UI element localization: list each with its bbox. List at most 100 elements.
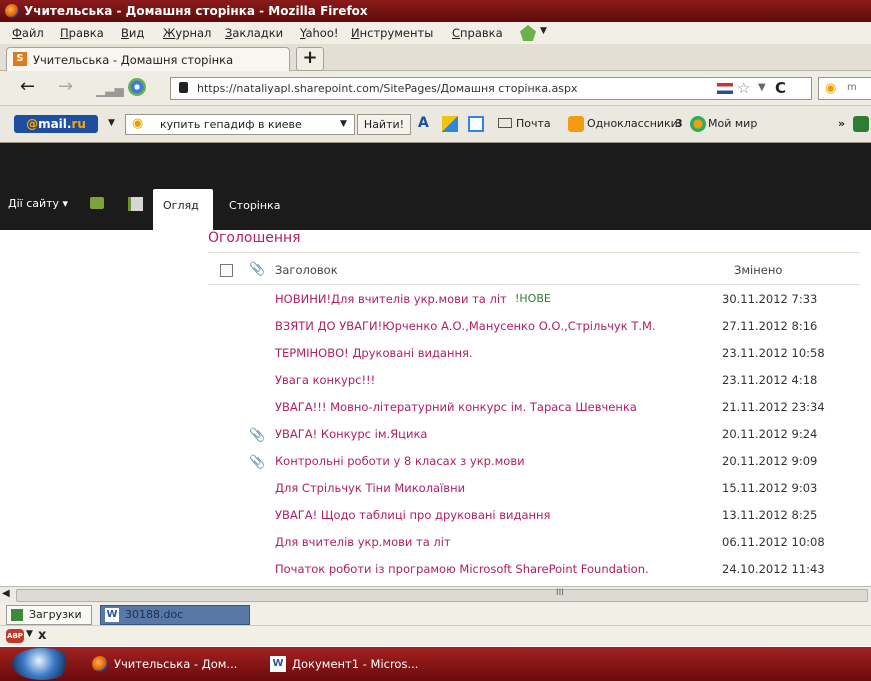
list-item-title-link[interactable]: Контрольні роботи у 8 класах з укр.мови — [275, 454, 525, 468]
highlighter-icon[interactable] — [442, 116, 458, 132]
tab-browse-label: Огляд — [163, 199, 199, 212]
select-all-checkbox[interactable] — [220, 264, 233, 277]
menu-yahoo[interactable]: Yahoo! — [300, 26, 338, 40]
reload-button[interactable]: C — [775, 79, 786, 97]
site-actions-menu[interactable]: Дії сайту ▾ — [8, 197, 68, 210]
my-world-icon — [690, 116, 706, 132]
attachment-column-icon[interactable]: 📎 — [249, 262, 265, 277]
addon-puzzle-icon[interactable] — [520, 25, 536, 41]
list-item-title-link[interactable]: ТЕРМІНОВО! Друковані видання. — [275, 346, 473, 360]
sharepoint-icon: S — [13, 52, 27, 66]
bookmark-star-icon[interactable]: ☆ — [737, 79, 750, 97]
list-item-title-link[interactable]: Для вчителів укр.мови та літ — [275, 535, 451, 549]
horizontal-scrollbar[interactable]: ◀ III — [0, 586, 871, 603]
list-item-title-link[interactable]: УВАГА! Щодо таблиці про друковані виданн… — [275, 508, 550, 522]
list-item-title-link[interactable]: УВАГА! Конкурс ім.Яцика — [275, 427, 427, 441]
word-icon: W — [270, 656, 286, 672]
menu-edit[interactable]: Правка — [60, 26, 104, 40]
list-item[interactable]: УВАГА! Щодо таблиці про друковані виданн… — [208, 502, 860, 529]
signal-bars-icon: ▁▃▅ — [96, 83, 124, 97]
menu-file[interactable]: Файл — [12, 26, 44, 40]
tab-page[interactable]: Сторінка — [229, 199, 280, 212]
menu-bookmarks[interactable]: Закладки — [225, 26, 283, 40]
mail-link[interactable]: Почта — [516, 117, 551, 130]
mailru-search-dropdown-icon[interactable]: ▼ — [340, 119, 347, 129]
odnoklassniki-link[interactable]: Одноклассники — [587, 117, 678, 130]
menu-bar: Файл Правка Вид Журнал Закладки Yahoo! И… — [0, 22, 871, 45]
downloads-button[interactable]: Загрузки — [6, 605, 92, 625]
taskbar-item-word[interactable]: W Документ1 - Micros... — [270, 652, 440, 676]
list-title[interactable]: Оголошення — [208, 230, 301, 246]
lock-icon — [179, 82, 188, 93]
my-world-link[interactable]: Мой мир — [708, 117, 757, 130]
list-item[interactable]: ТЕРМІНОВО! Друковані видання. 23.11.2012 … — [208, 340, 860, 367]
downloads-icon — [11, 609, 23, 621]
list-item-title-link[interactable]: ВЗЯТИ ДО УВАГИ!Юрченко А.О.,Манусенко О.… — [275, 319, 656, 333]
odnoklassniki-count: 3 — [675, 117, 683, 130]
taskbar-item-firefox[interactable]: Учительська - Дом... — [92, 652, 252, 676]
navigation-toolbar: ← → ▁▃▅ https://nataliyapl.sharepoint.co… — [0, 71, 871, 106]
mailru-dropdown-icon[interactable]: ▼ — [108, 118, 115, 128]
list-item-title-link[interactable]: Для Стрільчук Тіни Миколаївни — [275, 481, 465, 495]
list-header: 📎 Заголовок Змінено — [208, 256, 860, 285]
menu-tools[interactable]: Инструменты — [351, 26, 433, 40]
page-search-icon[interactable] — [468, 116, 484, 132]
mailru-search-input[interactable]: ◉ купить гепадиф в киеве ▼ — [125, 114, 355, 135]
mailru-mail: mail — [38, 117, 67, 131]
list-item-title-link[interactable]: Увага конкурс!!! — [275, 373, 375, 387]
font-size-icon[interactable]: A — [418, 115, 429, 131]
mailru-logo[interactable]: @mail.ru — [14, 115, 98, 133]
search-box[interactable]: ◉ m — [818, 77, 871, 100]
scroll-left-icon[interactable]: ◀ — [2, 588, 10, 599]
list-item-title-link[interactable]: УВАГА!!! Мовно-літературний конкурс ім. … — [275, 400, 637, 414]
list-item[interactable]: УВАГА!!! Мовно-літературний конкурс ім. … — [208, 394, 860, 421]
menu-view[interactable]: Вид — [121, 26, 144, 40]
search-engine-icon[interactable]: ◉ — [825, 81, 836, 96]
list-item-title-link[interactable]: НОВИНИ!Для вчителів укр.мови та літ — [275, 292, 507, 306]
taskbar-item-label: Учительська - Дом... — [114, 657, 238, 671]
extension-icon[interactable] — [853, 116, 869, 132]
mailru-ru: ru — [71, 117, 86, 131]
list-item[interactable]: Початок роботи із програмою Microsoft Sh… — [208, 556, 860, 583]
list-item[interactable]: ВЗЯТИ ДО УВАГИ!Юрченко А.О.,Манусенко О.… — [208, 313, 860, 340]
list-item[interactable]: 📎 Контрольні роботи у 8 класах з укр.мови… — [208, 448, 860, 475]
list-item-modified: 13.11.2012 8:25 — [722, 508, 818, 522]
new-tab-button[interactable]: + — [296, 47, 324, 71]
globe-icon[interactable] — [128, 78, 146, 96]
addon-dropdown-icon[interactable]: ▼ — [540, 26, 547, 36]
menu-help[interactable]: Справка — [452, 26, 503, 40]
url-text[interactable]: https://nataliyapl.sharepoint.com/SitePa… — [197, 82, 578, 95]
list-item-title-link[interactable]: Початок роботи із програмою Microsoft Sh… — [275, 562, 649, 576]
back-icon[interactable]: ← — [20, 78, 35, 96]
list-item[interactable]: Для Стрільчук Тіни Миколаївни 15.11.2012 … — [208, 475, 860, 502]
sharepoint-ribbon: Дії сайту ▾ Огляд Сторінка — [0, 143, 871, 230]
tab-browse[interactable]: Огляд — [153, 189, 213, 230]
adblock-dropdown-icon[interactable]: ▼ — [26, 629, 33, 639]
envelope-icon — [498, 118, 512, 128]
menu-history[interactable]: Журнал — [163, 26, 211, 40]
address-bar[interactable]: https://nataliyapl.sharepoint.com/SitePa… — [170, 77, 812, 100]
column-header-title[interactable]: Заголовок — [275, 263, 338, 277]
adblock-plus-icon[interactable]: ABP — [6, 629, 24, 643]
column-header-modified[interactable]: Змінено — [734, 263, 782, 277]
forward-icon[interactable]: → — [58, 78, 73, 96]
browser-tab[interactable]: S Учительська - Домашня сторінка — [6, 47, 290, 71]
mailru-search-value[interactable]: купить гепадиф в киеве — [160, 118, 302, 131]
window-titlebar: Учительська - Домашня сторінка - Mozilla… — [0, 0, 871, 22]
download-file-item[interactable]: W 30188.doc — [100, 605, 250, 625]
close-addon-bar-button[interactable]: x — [38, 628, 46, 643]
find-button[interactable]: Найти! — [357, 114, 411, 135]
edit-page-icon[interactable] — [128, 197, 143, 211]
list-item-modified: 21.11.2012 23:34 — [722, 400, 825, 414]
list-item[interactable]: Увага конкурс!!! 23.11.2012 4:18 — [208, 367, 860, 394]
navigate-up-icon[interactable] — [90, 197, 104, 209]
list-item[interactable]: 📎 УВАГА! Конкурс ім.Яцика 20.11.2012 9:24 — [208, 421, 860, 448]
list-item[interactable]: Для вчителів укр.мови та літ 06.11.2012 1… — [208, 529, 860, 556]
list-item-modified: 15.11.2012 9:03 — [722, 481, 818, 495]
start-button[interactable] — [12, 648, 72, 680]
list-item[interactable]: НОВИНИ!Для вчителів укр.мови та літ !НОВЕ… — [208, 286, 860, 313]
url-dropdown-icon[interactable]: ▼ — [758, 82, 766, 93]
toolbar-overflow-button[interactable]: » — [838, 117, 845, 130]
scrollbar-thumb[interactable] — [16, 589, 868, 602]
firefox-icon — [92, 656, 108, 672]
